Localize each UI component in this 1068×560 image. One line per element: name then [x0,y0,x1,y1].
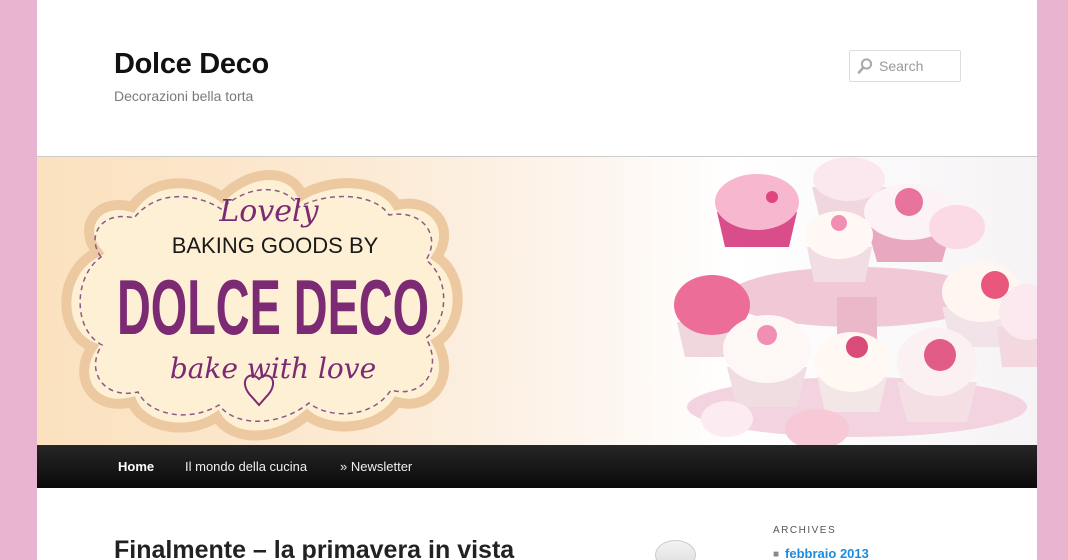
comment-bubble-icon[interactable] [655,540,696,560]
bullet-icon: ■ [773,549,780,560]
banner-line-lovely: Lovely [218,194,319,229]
archives-list: ■ febbraio 2013 [773,546,869,560]
banner-line-brand: DOLCE DECO [117,263,429,351]
nav-item-newsletter[interactable]: » Newsletter [340,459,412,474]
search-box[interactable] [849,50,961,82]
page-container: Dolce Deco Decorazioni bella torta Lovel… [37,0,1037,560]
search-input[interactable] [879,58,959,74]
nav-item-il-mondo-della-cucina[interactable]: Il mondo della cucina [185,459,307,474]
banner-line-bake: bake with love [170,352,376,385]
header-banner-image[interactable]: Lovely BAKING GOODS BY DOLCE DECO bake w… [37,156,1037,445]
archive-item[interactable]: ■ febbraio 2013 [773,546,869,560]
site-description: Decorazioni bella torta [114,88,254,104]
site-title[interactable]: Dolce Deco [114,48,269,81]
archive-item-label[interactable]: febbraio 2013 [785,546,869,560]
magnifier-icon [857,58,873,74]
main-navigation: Home Il mondo della cucina » Newsletter [37,445,1037,488]
nav-item-home[interactable]: Home [118,459,154,474]
archives-widget-title: ARCHIVES [773,525,837,536]
post-title[interactable]: Finalmente – la primavera in vista [114,536,514,560]
banner-line-baking: BAKING GOODS BY [172,233,379,258]
